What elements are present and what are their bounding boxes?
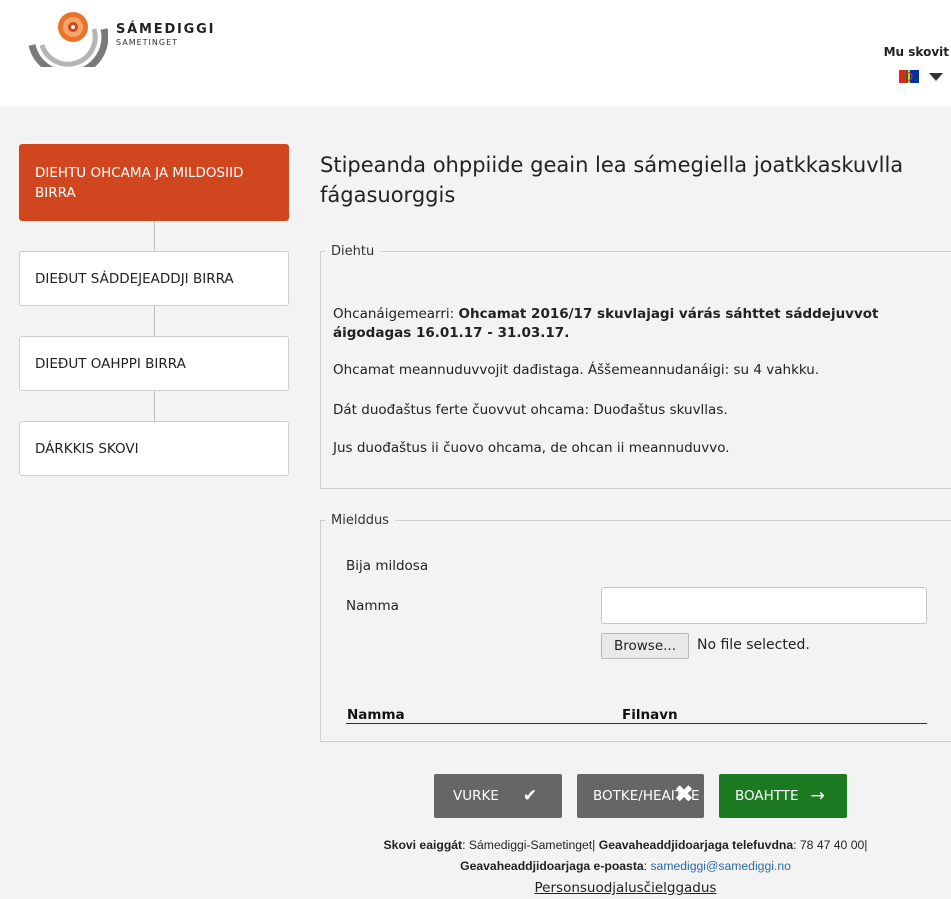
owner-label: Skovi eaiggát xyxy=(383,838,463,852)
check-icon: ✔ xyxy=(522,786,538,806)
step-student-info[interactable]: DIEĐUT OAHPPI BIRRA xyxy=(19,336,289,391)
logo-title: SÁMEDIGGI xyxy=(116,22,216,37)
save-button[interactable]: VURKE ✔ xyxy=(434,774,562,818)
step-label: DIEĐUT OAHPPI BIRRA xyxy=(35,355,186,372)
attachments-legend: Mielddus xyxy=(331,513,389,528)
sami-flag-icon xyxy=(899,70,919,83)
privacy-link[interactable]: Personsuodjalusčielggadus xyxy=(300,880,951,896)
logo-subtitle: SAMETINGET xyxy=(116,38,179,47)
footer-contact-line: Skovi eaiggát: Sámediggi-Sametinget| Gea… xyxy=(300,838,951,852)
next-button[interactable]: BOAHTTE → xyxy=(719,774,847,818)
required-document-text: Dát duođaštus ferte čuovvut ohcama: Duođ… xyxy=(333,402,728,418)
table-header-divider xyxy=(346,723,927,724)
language-switcher[interactable] xyxy=(899,70,943,83)
phone-value: : 78 47 40 00| xyxy=(793,838,868,852)
page-header: SÁMEDIGGI SAMETINGET Mu skovit xyxy=(0,0,951,106)
no-file-selected-text: No file selected. xyxy=(697,637,810,653)
step-review-form[interactable]: DÁRKKIS SKOVI xyxy=(19,421,289,476)
arrow-right-icon: → xyxy=(810,786,825,806)
close-icon: ✖ xyxy=(674,780,695,808)
footer-email-line: Geavaheaddjidoarjaga e-poasta: samediggi… xyxy=(300,859,951,873)
cancel-button[interactable]: BOTKE/HEAITTE ✖ xyxy=(577,774,704,818)
step-application-info[interactable]: DIEHTU OHCAMA JA MILDOSIID BIRRA xyxy=(19,144,289,221)
step-connector xyxy=(154,391,155,421)
processing-text: Ohcamat meannuduvvojit dađistaga. Áššeme… xyxy=(333,362,820,378)
chevron-down-icon xyxy=(929,72,943,81)
info-legend: Diehtu xyxy=(331,244,375,259)
warning-text: Jus duođaštus ii čuovo ohcama, de ohcan … xyxy=(333,440,730,456)
user-menu-link[interactable]: Mu skovit xyxy=(884,45,949,59)
browse-button[interactable]: Browse... xyxy=(601,633,689,659)
step-label: DIEHTU OHCAMA JA MILDOSIID BIRRA xyxy=(35,164,244,201)
column-header-name: Namma xyxy=(347,707,405,723)
step-sender-info[interactable]: DIEĐUT SÁDDEJEADDJI BIRRA xyxy=(19,251,289,306)
samediggi-logo[interactable] xyxy=(28,5,108,67)
step-label: DÁRKKIS SKOVI xyxy=(35,440,139,457)
email-label: Geavaheaddjidoarjaga e-poasta xyxy=(460,859,644,873)
save-button-label: VURKE xyxy=(453,788,499,804)
step-label: DIEĐUT SÁDDEJEADDJI BIRRA xyxy=(35,270,234,287)
add-attachment-label: Bija mildosa xyxy=(346,558,429,574)
step-connector xyxy=(154,306,155,336)
page-title: Stipeanda ohppiide geain lea sámegiella … xyxy=(320,153,904,207)
owner-value: : Sámediggi-Sametinget| xyxy=(462,838,599,852)
step-connector xyxy=(154,221,155,251)
deadline-label: Ohcanáigemearri: xyxy=(333,306,459,322)
name-label: Namma xyxy=(346,598,399,614)
attachment-name-input[interactable] xyxy=(601,587,927,624)
column-header-filename: Filnavn xyxy=(622,707,678,723)
next-button-label: BOAHTTE xyxy=(735,788,799,804)
deadline-text: Ohcanáigemearri: Ohcamat 2016/17 skuvlaj… xyxy=(333,305,893,343)
phone-label: Geavaheaddjidoarjaga telefuvdna xyxy=(598,838,794,852)
email-link[interactable]: samediggi@samediggi.no xyxy=(650,859,790,873)
